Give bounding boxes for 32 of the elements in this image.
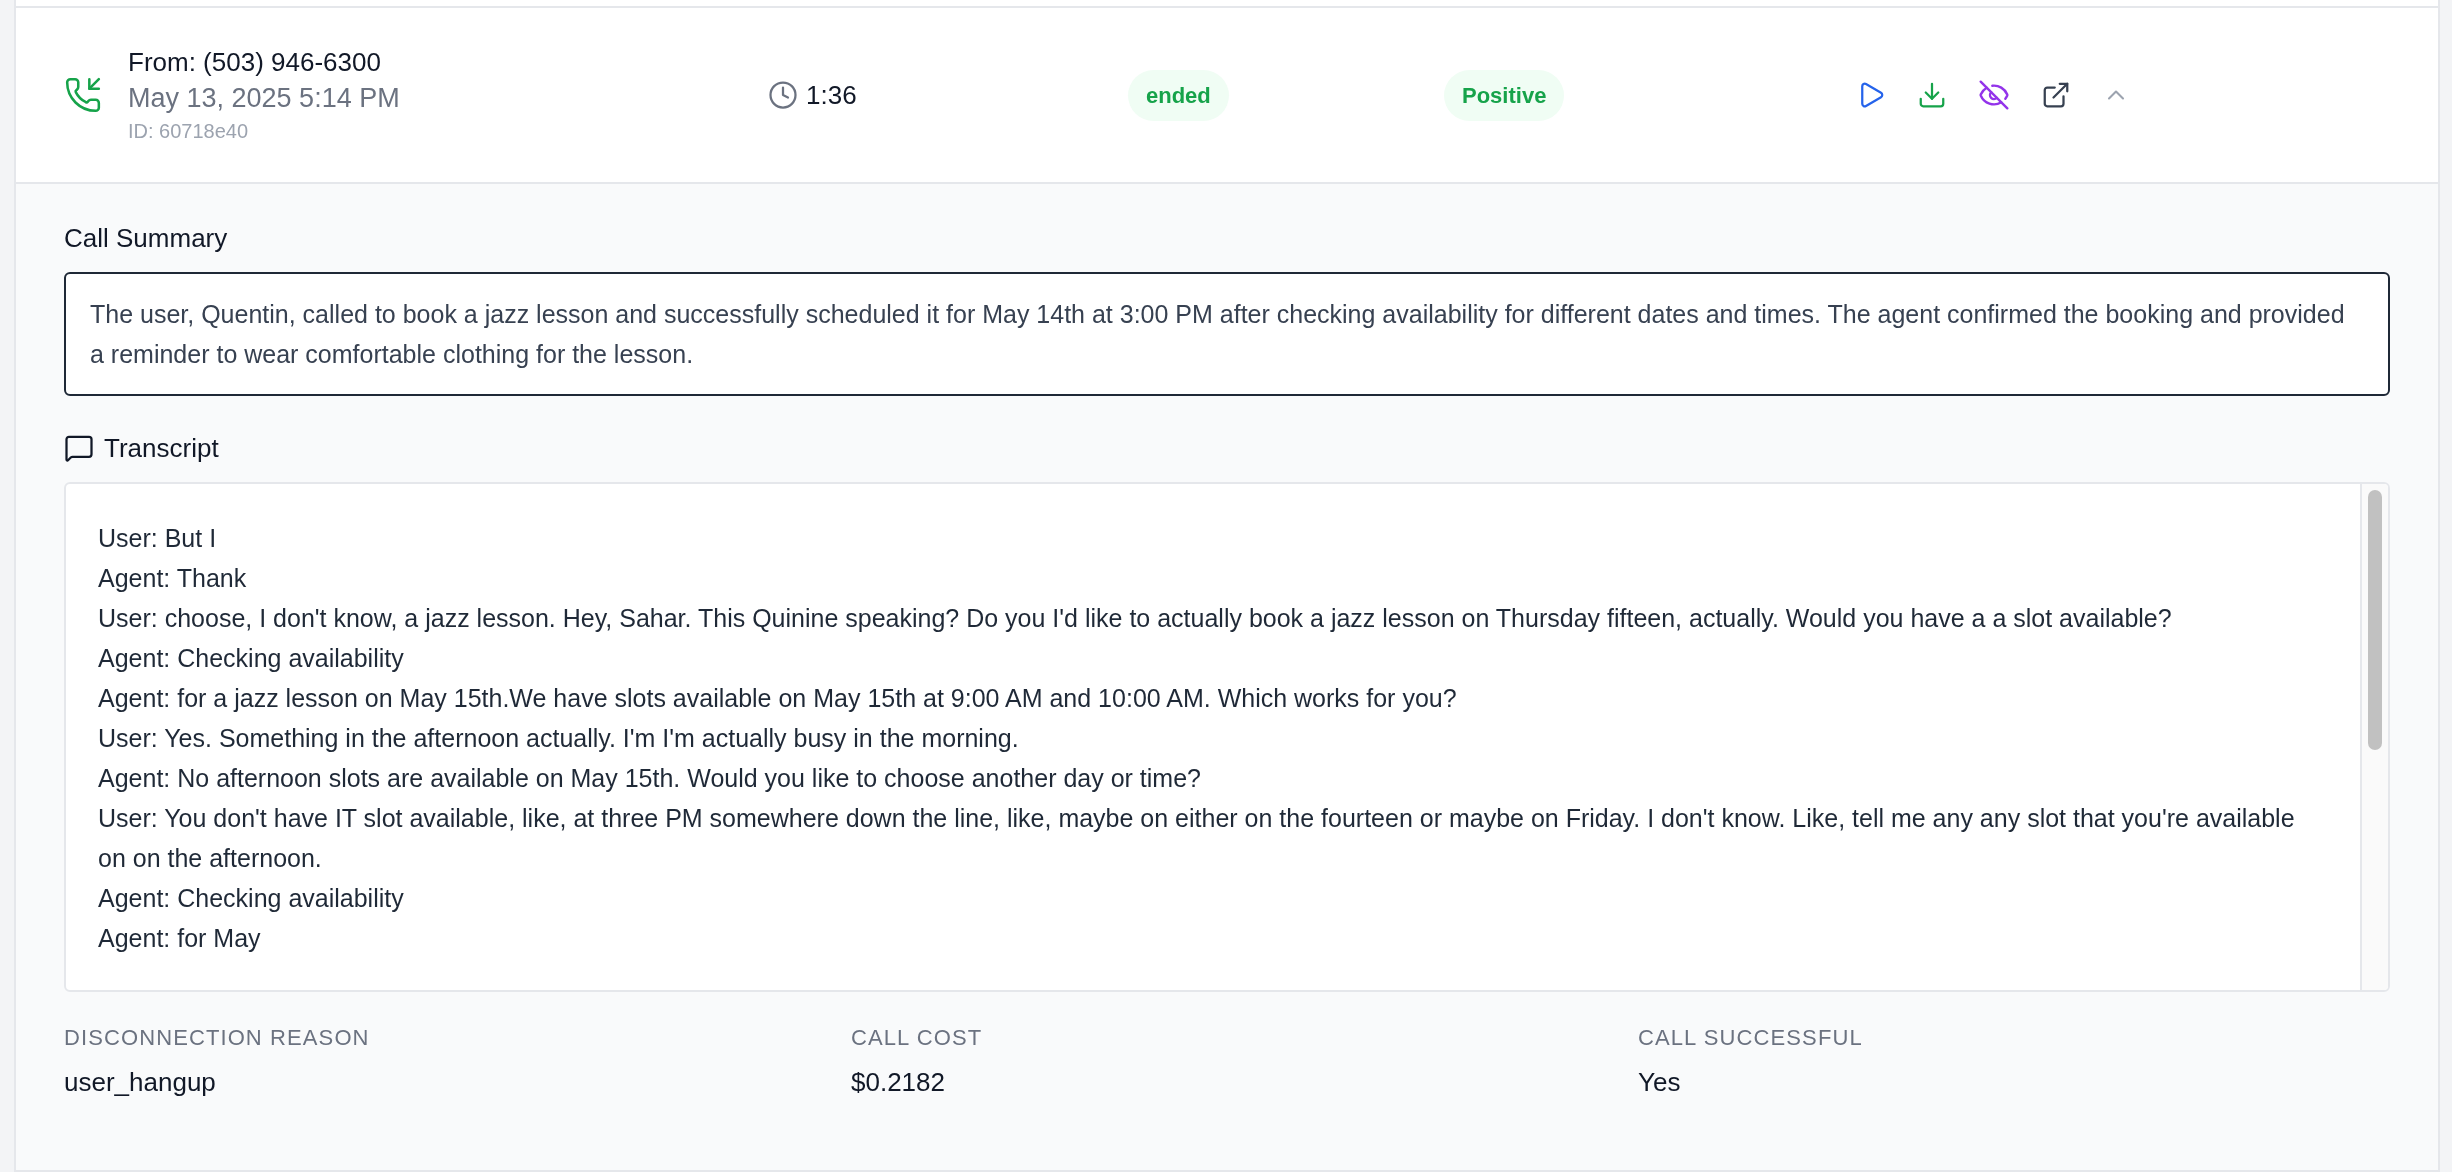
external-link-icon[interactable] [2041,80,2071,110]
transcript-line: User: You don't have IT slot available, like, at three PM somewhere down the line, like, maybe on either on the fourteen or maybe on Friday. I don't know. Like, tell me any any slot that you're available on on the afternoon. [98,803,2296,874]
sentiment-badge: Positive [1444,69,1565,121]
transcript-line: User: Yes. Something in the afternoon actually. I'm I'm actually busy in the morning. [98,723,1020,754]
transcript-line: Agent: Checking availability [98,883,405,914]
call-duration: 1:36 [806,78,857,112]
call-id: ID: 60718e40 [128,119,250,144]
eye-off-icon[interactable] [1978,79,2010,111]
detail-label: CALL SUCCESSFUL [1638,1024,1864,1052]
scrollbar[interactable] [2360,484,2388,990]
transcript-line: Agent: Checking availability [98,643,405,674]
detail-label: CALL COST [851,1024,984,1052]
transcript-line: User: choose, I don't know, a jazz lesson. Hey, Sahar. This Quinine speaking? Do you I'd like to actually book a jazz lesson on Thursday fifteen, actually. Would you have a a slot available? [98,603,2173,634]
incoming-call-icon [64,76,102,114]
transcript-line: Agent: for May [98,923,262,954]
detail-value: Yes [1638,1066,1682,1099]
transcript-line: Agent: Thank [98,563,248,594]
clock-icon [768,80,798,110]
detail-label: DISCONNECTION REASON [64,1024,371,1052]
summary-text: The user, Quentin, called to book a jazz lesson and successfully scheduled it for May 14th at 3:00 PM after checking availability for different dates and times. The agent confirmed the booking and provided a reminder to wear comfortable clothing for the lesson. [64,272,2390,396]
transcript-line: Agent: for a jazz lesson on May 15th.We have slots available on May 15th at 9:00 AM and 10:00 AM. Which works for you? [98,683,1458,714]
download-icon[interactable] [1917,80,1947,110]
detail-value: user_hangup [64,1066,217,1099]
chat-icon [64,433,94,463]
caller-number: From: (503) 946-6300 [128,46,382,79]
transcript-heading: Transcript [104,432,219,465]
status-badge: ended [1128,69,1229,121]
summary-heading: Call Summary [64,222,229,255]
transcript-line: User: But I [98,523,218,554]
transcript-line: Agent: No afternoon slots are available on May 15th. Would you like to choose another day or time? [98,763,1202,794]
detail-value: $0.2182 [851,1066,946,1099]
call-date: May 13, 2025 5:14 PM [128,82,401,115]
